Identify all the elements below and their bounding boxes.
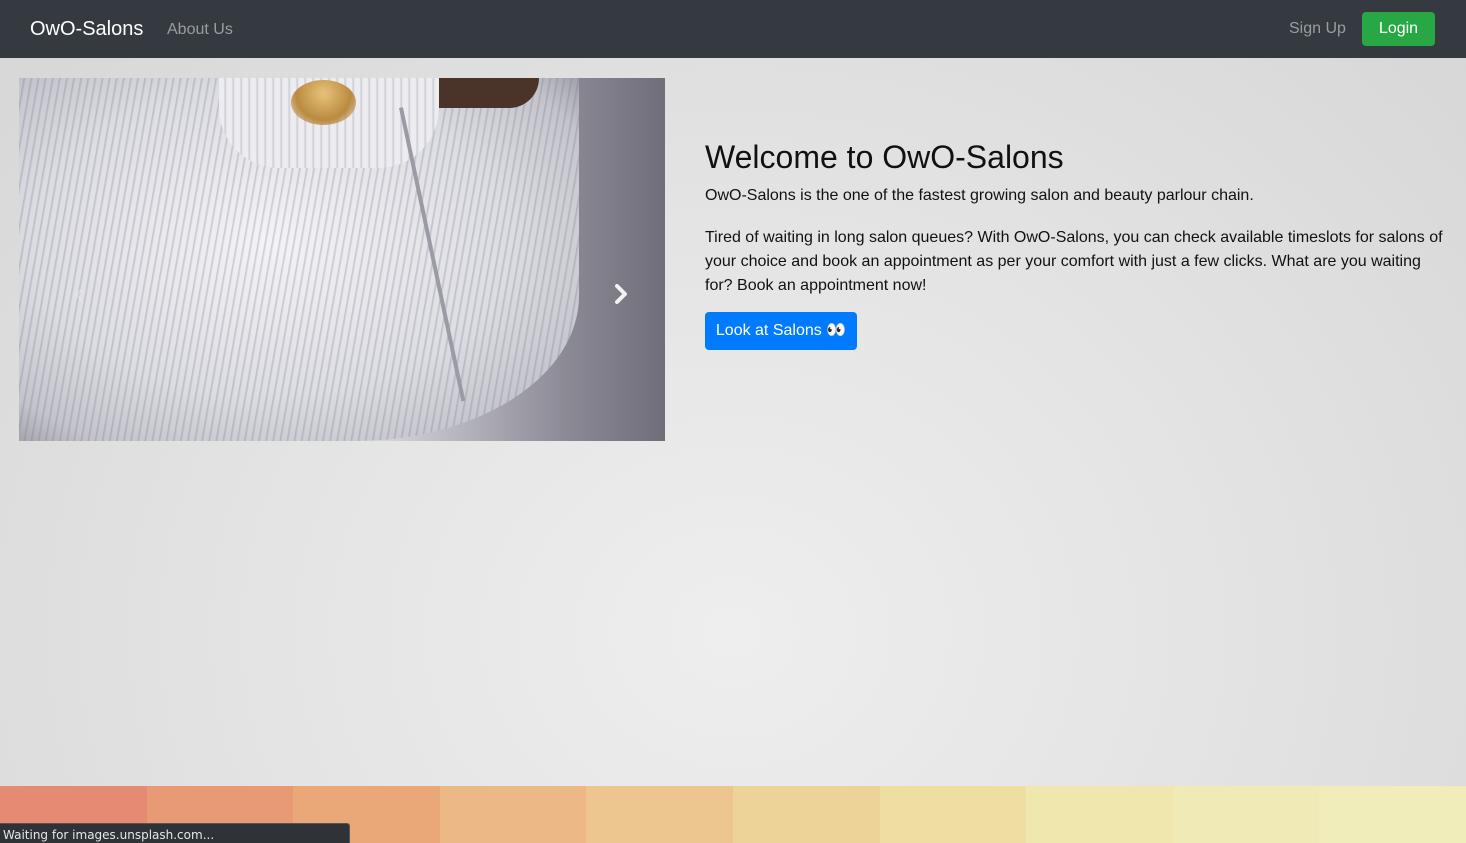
slide-necklace-shape — [291, 80, 356, 125]
carousel-prev-control[interactable]: ‹ — [59, 278, 99, 308]
browser-status-bar: Waiting for images.unsplash.com... — [0, 823, 350, 843]
chevron-left-icon: ‹ — [74, 278, 84, 308]
footer-color-band — [732, 786, 880, 843]
brand-link[interactable]: OwO-Salons — [30, 17, 143, 41]
chevron-right-icon — [615, 284, 627, 304]
footer-color-band — [1026, 786, 1173, 843]
nav-link-about-us[interactable]: About Us — [167, 20, 233, 40]
footer-color-band — [439, 786, 587, 843]
footer-color-band — [1319, 786, 1466, 843]
hero-body-text: Tired of waiting in long salon queues? W… — [705, 229, 1443, 294]
login-button[interactable]: Login — [1362, 12, 1435, 46]
footer-color-band — [586, 786, 733, 843]
carousel-next-control[interactable] — [601, 278, 641, 310]
top-navbar: OwO-Salons About Us Sign Up Login — [0, 0, 1466, 58]
hero-lead-text: OwO-Salons is the one of the fastest gro… — [705, 187, 1254, 204]
look-at-salons-button[interactable]: Look at Salons 👀 — [705, 312, 857, 350]
footer-color-band — [1172, 786, 1320, 843]
footer-color-band — [879, 786, 1027, 843]
image-carousel: ‹ — [19, 78, 665, 441]
sign-up-link[interactable]: Sign Up — [1289, 19, 1346, 39]
hero-title: Welcome to OwO-Salons — [705, 139, 1064, 175]
